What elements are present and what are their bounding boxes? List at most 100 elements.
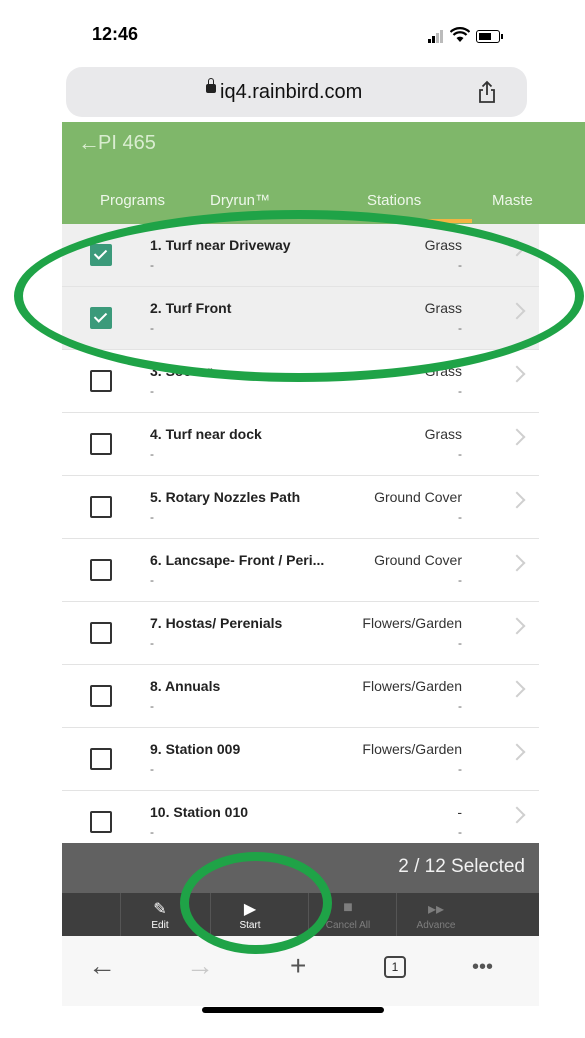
station-checkbox[interactable] <box>90 811 112 833</box>
station-row[interactable]: 8. Annuals - Flowers/Garden - <box>62 665 539 728</box>
action-bar: ✎ Edit ▶ Start ■ Cancel All ▸▸ Advance <box>62 893 539 936</box>
station-type-subtext: - <box>458 258 462 272</box>
station-row[interactable]: 7. Hostas/ Perenials - Flowers/Garden - <box>62 602 539 665</box>
chevron-right-icon[interactable] <box>508 491 526 509</box>
start-button[interactable]: ▶ Start <box>210 893 289 936</box>
active-tab-indicator <box>410 219 472 223</box>
station-row[interactable]: 9. Station 009 - Flowers/Garden - <box>62 728 539 791</box>
station-subtext: - <box>150 510 154 524</box>
station-type: Flowers/Garden <box>362 741 462 757</box>
station-type: - <box>457 804 462 820</box>
station-type: Grass <box>424 237 462 253</box>
station-checkbox[interactable] <box>90 370 112 392</box>
lock-icon <box>206 78 216 93</box>
chevron-right-icon[interactable] <box>508 743 526 761</box>
station-name: 2. Turf Front <box>150 300 232 316</box>
chevron-right-icon[interactable] <box>508 302 526 320</box>
selection-bar: 2 / 12 Selected <box>62 843 539 893</box>
tab-dryrun[interactable]: Dryrun™ <box>210 192 270 209</box>
station-checkbox[interactable] <box>90 244 112 266</box>
pencil-icon: ✎ <box>153 901 167 918</box>
status-time: 12:46 <box>92 24 139 44</box>
station-subtext: - <box>150 447 154 461</box>
status-bar: 12:46 <box>0 0 585 60</box>
chevron-right-icon[interactable] <box>508 617 526 635</box>
forward-icon[interactable]: → <box>186 950 214 982</box>
station-type-subtext: - <box>458 321 462 335</box>
station-row[interactable]: 6. Lancsape- Front / Peri... - Ground Co… <box>62 539 539 602</box>
edit-label: Edit <box>151 920 169 931</box>
station-name: 10. Station 010 <box>150 804 249 820</box>
station-subtext: - <box>150 825 154 839</box>
station-type: Ground Cover <box>374 552 462 568</box>
station-type: Flowers/Garden <box>362 678 462 694</box>
new-tab-icon[interactable]: + <box>290 950 306 982</box>
station-checkbox[interactable] <box>90 559 112 581</box>
chevron-right-icon[interactable] <box>508 554 526 572</box>
tabs-button[interactable]: 1 <box>384 956 406 978</box>
chevron-right-icon[interactable] <box>508 239 526 257</box>
station-row[interactable]: 3. Soccer - Grass - <box>62 350 539 413</box>
chevron-right-icon[interactable] <box>508 428 526 446</box>
advance-button[interactable]: ▸▸ Advance <box>396 893 475 936</box>
home-indicator <box>202 1007 384 1013</box>
station-checkbox[interactable] <box>90 433 112 455</box>
tab-master[interactable]: Maste <box>492 192 533 209</box>
station-row[interactable]: 2. Turf Front - Grass - <box>62 287 539 350</box>
station-checkbox[interactable] <box>90 307 112 329</box>
edit-button[interactable]: ✎ Edit <box>120 893 199 936</box>
station-type-subtext: - <box>458 384 462 398</box>
status-icons <box>428 27 528 45</box>
station-type-subtext: - <box>458 699 462 713</box>
station-subtext: - <box>150 636 154 650</box>
station-type-subtext: - <box>458 573 462 587</box>
station-subtext: - <box>150 573 154 587</box>
station-checkbox[interactable] <box>90 622 112 644</box>
arrow-left-icon[interactable]: ← <box>78 130 100 156</box>
station-row[interactable]: 5. Rotary Nozzles Path - Ground Cover - <box>62 476 539 539</box>
station-subtext: - <box>150 699 154 713</box>
address-bar[interactable]: iq4.rainbird.com <box>66 67 527 117</box>
cancel-all-button[interactable]: ■ Cancel All <box>308 893 387 936</box>
station-type-subtext: - <box>458 447 462 461</box>
station-subtext: - <box>150 762 154 776</box>
chevron-right-icon[interactable] <box>508 680 526 698</box>
browser-toolbar: ← → + 1 ••• <box>62 936 539 1006</box>
share-icon[interactable] <box>476 80 498 104</box>
station-checkbox[interactable] <box>90 496 112 518</box>
station-name: 8. Annuals <box>150 678 221 694</box>
chevron-right-icon[interactable] <box>508 806 526 824</box>
station-name: 5. Rotary Nozzles Path <box>150 489 301 505</box>
advance-label: Advance <box>416 920 456 931</box>
start-label: Start <box>239 920 261 931</box>
station-type-subtext: - <box>458 825 462 839</box>
signal-icon <box>428 29 444 43</box>
chevron-right-icon[interactable] <box>508 365 526 383</box>
station-checkbox[interactable] <box>90 748 112 770</box>
station-type-subtext: - <box>458 510 462 524</box>
tab-programs[interactable]: Programs <box>100 192 165 209</box>
play-icon: ▶ <box>243 901 257 918</box>
station-type: Flowers/Garden <box>362 615 462 631</box>
station-name: 4. Turf near dock <box>150 426 262 442</box>
url-text: iq4.rainbird.com <box>220 81 363 103</box>
battery-icon <box>476 30 503 43</box>
station-checkbox[interactable] <box>90 685 112 707</box>
station-type-subtext: - <box>458 636 462 650</box>
station-name: 3. Soccer <box>150 363 213 379</box>
station-subtext: - <box>150 258 154 272</box>
selection-count: 2 / 12 Selected <box>398 856 525 877</box>
station-name: 6. Lancsape- Front / Peri... <box>150 552 325 568</box>
app-header: ← PI 465 Programs Dryrun™ Stations Maste <box>62 122 585 224</box>
station-type: Grass <box>424 300 462 316</box>
tab-stations[interactable]: Stations <box>367 192 421 209</box>
more-icon[interactable]: ••• <box>472 956 493 979</box>
stop-icon: ■ <box>343 899 353 916</box>
station-subtext: - <box>150 384 154 398</box>
station-type: Ground Cover <box>374 489 462 505</box>
station-row[interactable]: 1. Turf near Driveway - Grass - <box>62 224 539 287</box>
back-icon[interactable]: ← <box>88 950 116 982</box>
station-row[interactable]: 4. Turf near dock - Grass - <box>62 413 539 476</box>
station-name: 9. Station 009 <box>150 741 241 757</box>
cancel-all-label: Cancel All <box>325 920 371 931</box>
